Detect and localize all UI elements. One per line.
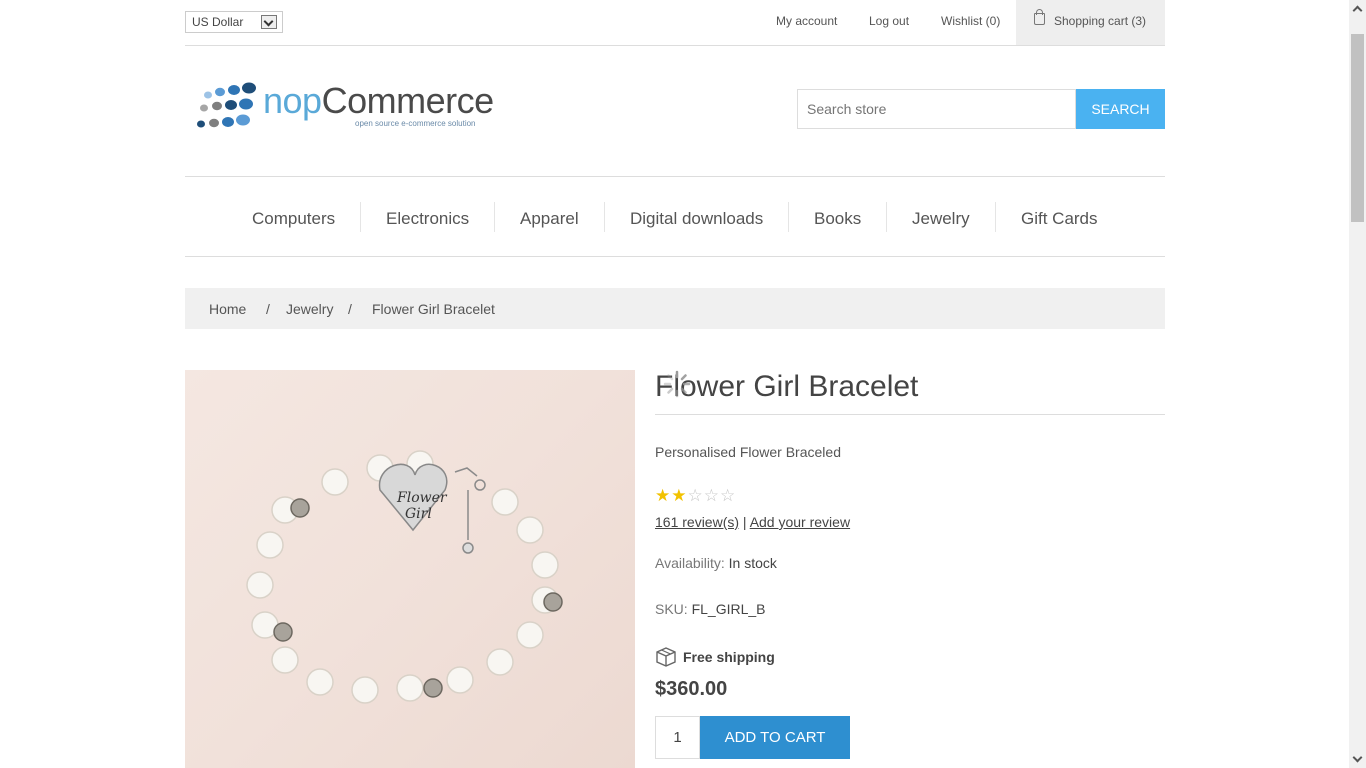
title-divider [655, 414, 1165, 415]
search-button[interactable]: Search [1076, 89, 1165, 129]
search-input[interactable] [797, 89, 1076, 129]
logo-wordmark-part1: nop [263, 80, 322, 121]
menu-separator [604, 202, 605, 232]
bracelet-image: Flower Girl [246, 450, 563, 704]
add-to-cart-button[interactable]: Add to cart [700, 716, 850, 759]
quantity-input[interactable] [655, 716, 700, 759]
menu-separator [494, 202, 495, 232]
free-shipping-label: Free shipping [683, 649, 775, 665]
star-filled-icon: ★ [655, 486, 672, 505]
menu-item-gift-cards[interactable]: Gift Cards [1021, 209, 1098, 229]
log-out-link[interactable]: Log out [869, 14, 909, 28]
sku-value: FL_GIRL_B [691, 601, 766, 617]
store-logo[interactable]: nopCommerce open source e-commerce solut… [190, 80, 494, 134]
breadcrumb-home[interactable]: Home [209, 301, 246, 317]
scroll-up-arrow-icon[interactable] [1349, 0, 1366, 17]
star-filled-icon: ★ [671, 486, 688, 505]
availability-value: In stock [728, 555, 777, 571]
reviews-separator: | [742, 514, 747, 530]
menu-separator [886, 202, 887, 232]
menu-separator [360, 202, 361, 232]
star-empty-icon: ☆ [687, 486, 704, 505]
menu-item-apparel[interactable]: Apparel [520, 209, 579, 229]
charm-engraving-line1: Flower [396, 490, 448, 506]
product-main-image[interactable]: Flower Girl [185, 370, 635, 768]
menu-item-books[interactable]: Books [814, 209, 861, 229]
chevron-down-icon[interactable] [261, 15, 277, 29]
logo-tagline: open source e-commerce solution [355, 119, 476, 128]
loading-spinner-icon [663, 370, 691, 398]
currency-selector[interactable]: US Dollar [185, 11, 283, 33]
availability-label: Availability: [655, 555, 725, 571]
breadcrumb-jewelry[interactable]: Jewelry [286, 301, 333, 317]
reviews-links: 161 review(s) | Add your review [655, 514, 850, 530]
add-review-link[interactable]: Add your review [750, 514, 850, 530]
product-short-description: Personalised Flower Braceled [655, 444, 841, 460]
shopping-cart-link[interactable]: Shopping cart (3) [1016, 0, 1165, 45]
wishlist-link[interactable]: Wishlist (0) [941, 14, 1000, 28]
logo-dots-icon [197, 82, 256, 128]
product-title: Flower Girl Bracelet [655, 370, 919, 403]
star-empty-icon: ☆ [720, 486, 737, 505]
menu-item-digital-downloads[interactable]: Digital downloads [630, 209, 763, 229]
menu-item-electronics[interactable]: Electronics [386, 209, 469, 229]
rating-stars: ★★☆☆☆ [655, 486, 736, 506]
page-scrollbar[interactable] [1349, 0, 1366, 768]
free-shipping: Free shipping [655, 646, 855, 668]
shopping-bag-icon [1034, 9, 1045, 25]
logo-wordmark-part2: Commerce [321, 80, 495, 121]
scroll-down-arrow-icon[interactable] [1349, 751, 1366, 768]
charm-engraving-line2: Girl [405, 506, 432, 522]
breadcrumb-separator: / [266, 301, 270, 317]
scrollbar-thumb[interactable] [1351, 34, 1364, 222]
shopping-cart-label: Shopping cart (3) [1054, 14, 1147, 28]
star-empty-icon: ☆ [703, 486, 720, 505]
breadcrumb-current: Flower Girl Bracelet [372, 301, 495, 317]
currency-value: US Dollar [192, 15, 244, 29]
package-icon [656, 647, 676, 667]
reviews-count-link[interactable]: 161 review(s) [655, 514, 739, 530]
breadcrumb: Home / Jewelry / Flower Girl Bracelet [185, 288, 1165, 329]
my-account-link[interactable]: My account [776, 14, 837, 28]
menu-item-computers[interactable]: Computers [252, 209, 335, 229]
breadcrumb-separator: / [348, 301, 352, 317]
sku-label: SKU: [655, 601, 688, 617]
sku: SKU: FL_GIRL_B [655, 601, 766, 617]
availability: Availability: In stock [655, 555, 777, 571]
menu-separator [995, 202, 996, 232]
logo-wordmark: nopCommerce [263, 80, 494, 122]
header-links-bar: US Dollar My account Log out Wishlist (0… [185, 0, 1165, 46]
product-price: $360.00 [655, 678, 728, 700]
menu-separator [788, 202, 789, 232]
top-menu: Computers Electronics Apparel Digital do… [185, 176, 1165, 257]
menu-item-jewelry[interactable]: Jewelry [912, 209, 970, 229]
page: US Dollar My account Log out Wishlist (0… [185, 0, 1165, 768]
